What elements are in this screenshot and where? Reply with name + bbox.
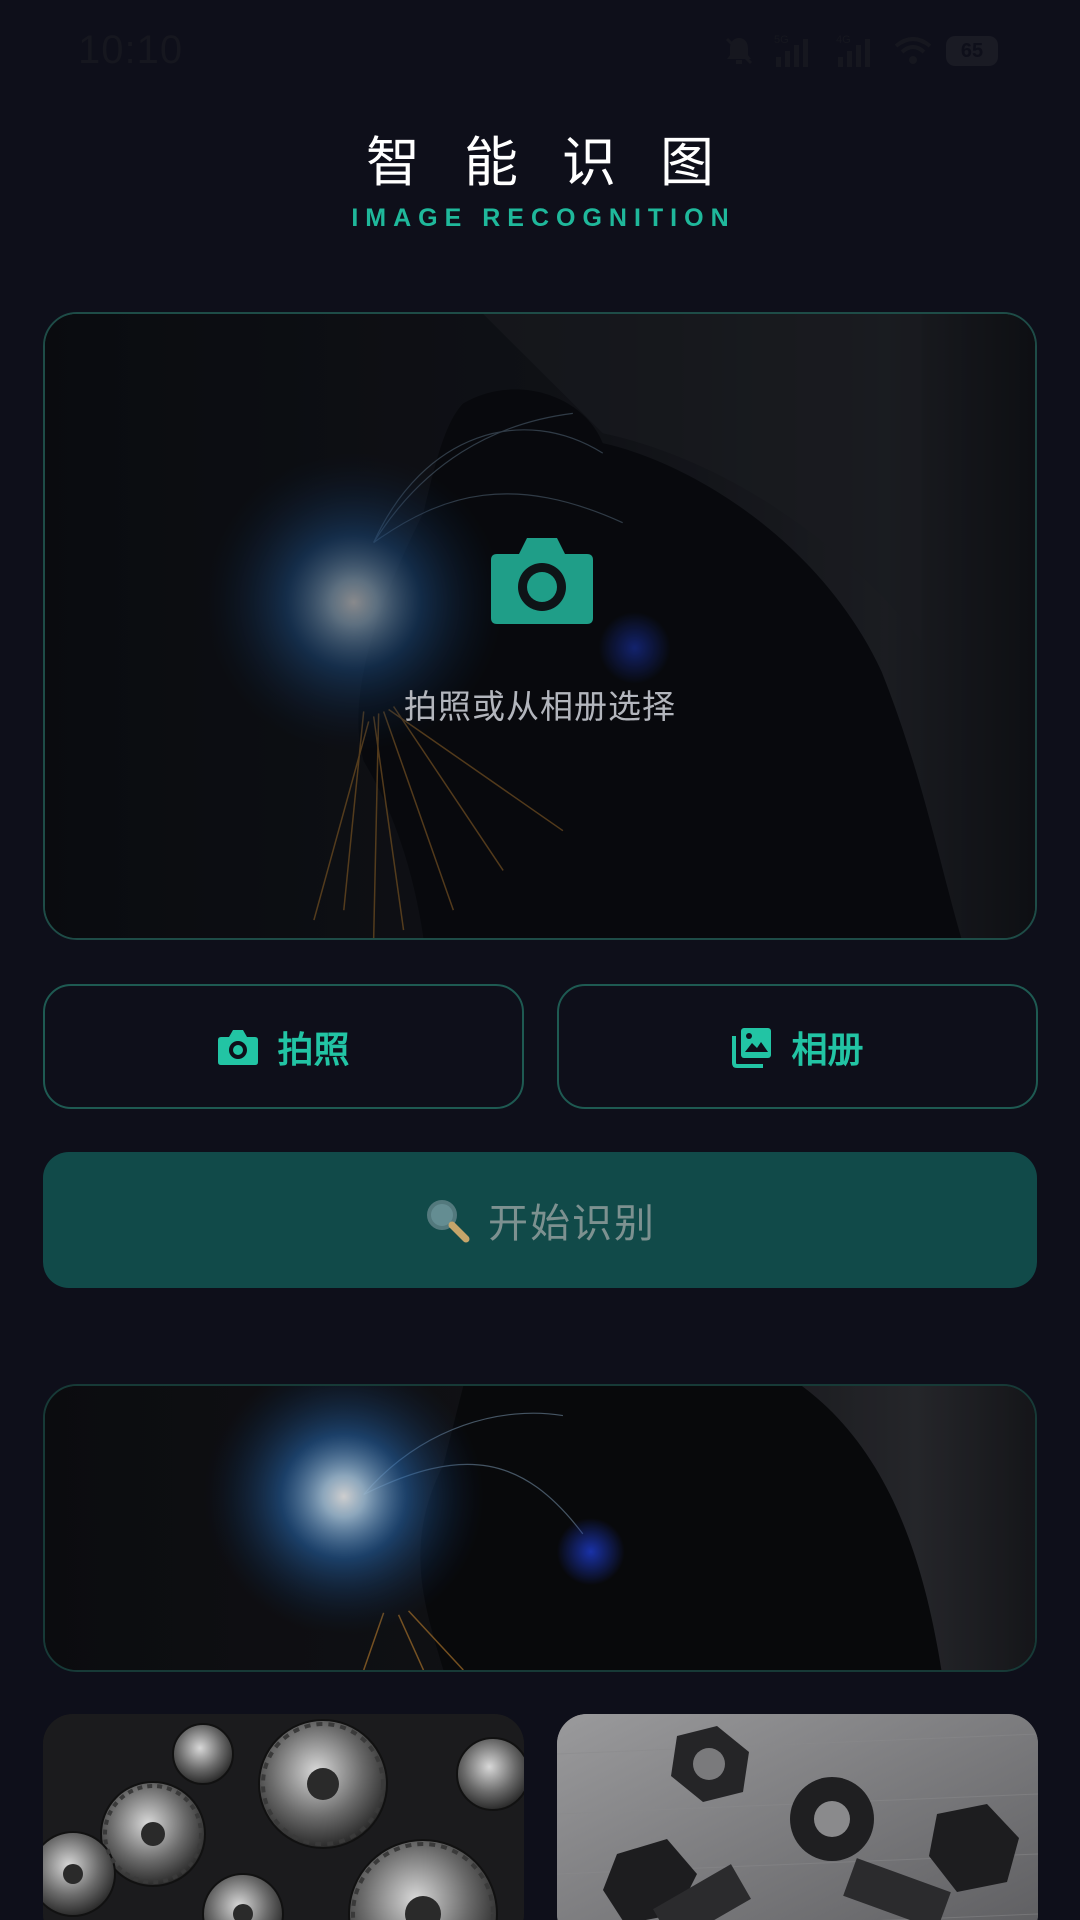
camera-icon: [218, 1029, 259, 1065]
take-photo-button[interactable]: 拍照: [43, 984, 524, 1109]
app-screen: 10:10 5G 4G 65 智能识图 IMAGE RECOGNITION 拍照…: [0, 0, 1080, 1920]
gears-thumbnail[interactable]: [43, 1714, 524, 1920]
gallery-icon: [732, 1027, 772, 1068]
gears-image: [43, 1714, 524, 1920]
status-bar: 10:10 5G 4G 65: [0, 0, 1080, 100]
status-time: 10:10: [78, 28, 184, 72]
welding-banner-image: [45, 1386, 1035, 1670]
upload-overlay: [45, 314, 1035, 938]
camera-icon[interactable]: [489, 532, 595, 626]
album-label: 相册: [791, 1029, 864, 1071]
image-upload-area[interactable]: 拍照或从相册选择: [43, 312, 1037, 940]
signal-5g-label: 5G: [774, 34, 789, 46]
battery-indicator: 65: [946, 36, 998, 66]
battery-level: 65: [960, 39, 984, 62]
bolts-thumbnail[interactable]: [557, 1714, 1038, 1920]
bolts-image: [557, 1714, 1038, 1920]
take-photo-label: 拍照: [277, 1029, 350, 1071]
mute-icon: [725, 37, 753, 65]
signal-4g-label: 4G: [836, 34, 851, 46]
page-subtitle: IMAGE RECOGNITION: [351, 204, 736, 232]
wifi-icon: [894, 37, 932, 64]
magnifier-icon: [427, 1200, 470, 1243]
status-icons: 5G 4G 65: [722, 30, 998, 72]
signal-4g-icon: 4G: [836, 34, 870, 67]
album-button[interactable]: 相册: [557, 984, 1038, 1109]
start-recognition-button[interactable]: 开始识别: [43, 1152, 1037, 1288]
start-recognition-label: 开始识别: [488, 1201, 656, 1247]
upload-hint: 拍照或从相册选择: [404, 687, 676, 726]
page-title: 智能识图: [366, 131, 758, 194]
feature-banner[interactable]: [43, 1384, 1037, 1672]
signal-5g-icon: 5G: [774, 34, 808, 67]
